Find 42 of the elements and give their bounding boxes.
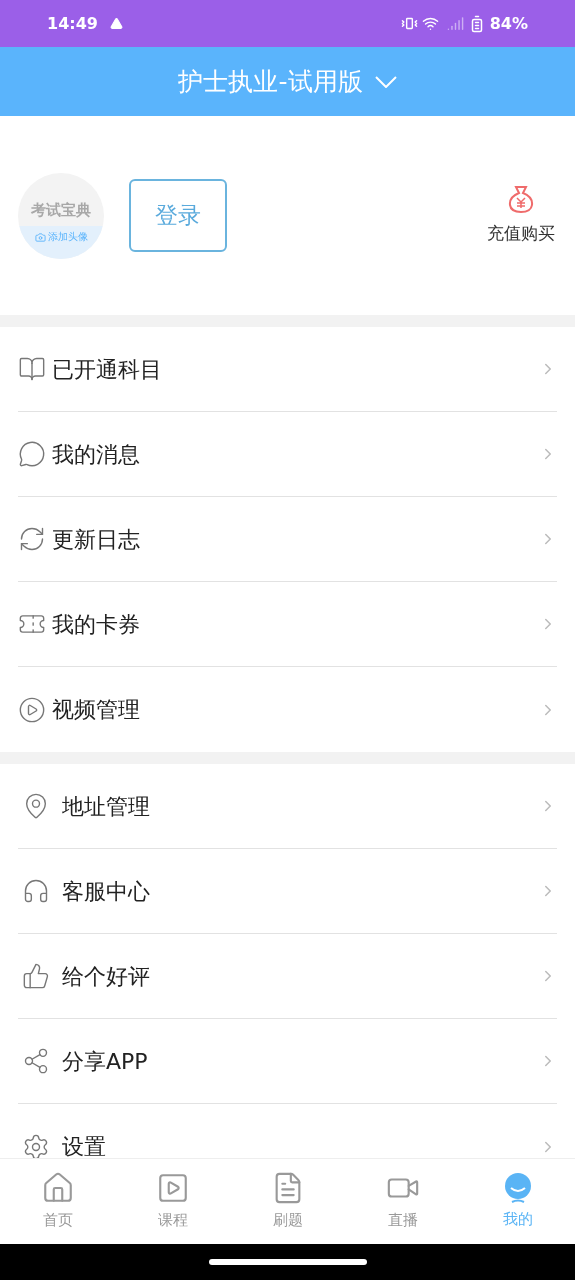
thumbs-up-icon [22, 962, 50, 990]
wifi-icon [421, 15, 439, 32]
settings-icon [22, 1132, 50, 1158]
vibrate-icon [400, 15, 418, 32]
menu-item[interactable]: 分享APP [18, 1019, 557, 1104]
menu-item[interactable]: 给个好评 [18, 934, 557, 1019]
signal-icon [446, 15, 464, 32]
menu-item-label: 给个好评 [62, 962, 151, 991]
menu-item[interactable]: 我的消息 [18, 412, 557, 497]
book-icon [18, 355, 46, 383]
menu-item[interactable]: 我的卡券 [18, 582, 557, 667]
avatar-text: 考试宝典 [31, 200, 91, 221]
avatar-caption: 添加头像 [47, 230, 88, 243]
alert-icon [109, 17, 123, 30]
refresh-icon [18, 525, 46, 553]
menu-item[interactable]: 已开通科目 [18, 327, 557, 412]
menu-item-label: 更新日志 [52, 525, 141, 554]
chevron-down-icon [374, 75, 397, 88]
status-time: 14:49 [47, 12, 98, 35]
chat-bubble-icon [18, 440, 46, 468]
battery-percent: 84% [489, 12, 528, 35]
menu-item[interactable]: 地址管理 [18, 764, 557, 849]
menu-item-label: 地址管理 [62, 792, 151, 821]
menu-item-label: 客服中心 [62, 877, 151, 906]
menu-item[interactable]: 设置 [18, 1104, 557, 1158]
smile-icon [502, 1172, 533, 1205]
play-circle-icon [18, 695, 46, 724]
menu-item-label: 分享APP [62, 1047, 149, 1076]
camera-icon [34, 231, 46, 243]
menu-item[interactable]: 客服中心 [18, 849, 557, 934]
headset-icon [22, 877, 50, 905]
home-indicator[interactable] [208, 1259, 367, 1265]
menu-item-label: 我的消息 [52, 440, 141, 469]
menu-item-label: 我的卡券 [52, 610, 141, 639]
menu-item-label: 视频管理 [52, 696, 141, 724]
money-bag-icon [508, 184, 534, 213]
share-icon [22, 1047, 50, 1075]
menu-item[interactable]: 更新日志 [18, 497, 557, 582]
menu-item-label: 已开通科目 [52, 355, 163, 384]
menu-item-label: 设置 [62, 1133, 107, 1158]
menu-item[interactable]: 视频管理 [18, 667, 557, 752]
recharge-link[interactable]: 充值购买 [487, 220, 555, 247]
